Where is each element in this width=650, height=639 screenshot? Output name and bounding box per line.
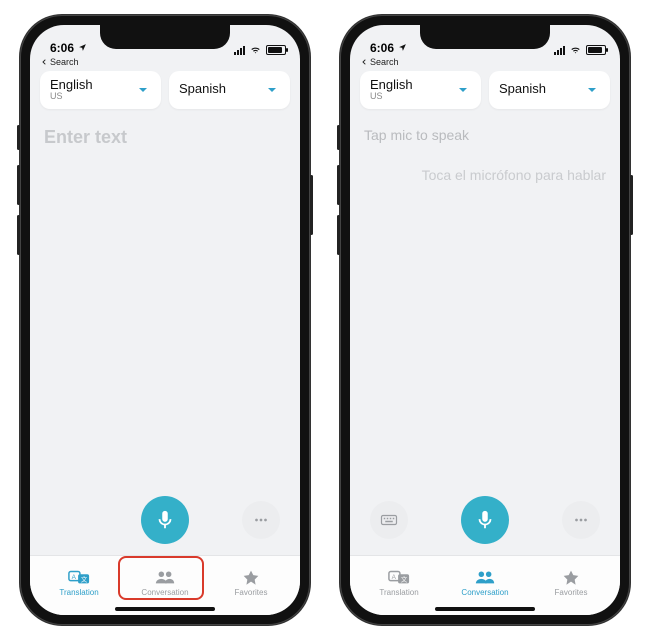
tab-label: Translation xyxy=(379,588,418,597)
tab-bar: A文 Translation Conversation Favorites xyxy=(350,555,620,615)
back-label: Search xyxy=(50,57,79,67)
signal-icon xyxy=(554,45,565,55)
hint-target: Toca el micrófono para hablar xyxy=(364,167,606,183)
source-language-button[interactable]: English US xyxy=(40,71,161,109)
action-row xyxy=(30,485,300,555)
microphone-button[interactable] xyxy=(461,496,509,544)
screen-left: 6:06 Search English US xyxy=(30,25,300,615)
battery-icon xyxy=(266,45,286,55)
signal-icon xyxy=(234,45,245,55)
svg-text:文: 文 xyxy=(401,574,408,583)
wifi-icon xyxy=(249,45,262,55)
microphone-icon xyxy=(474,509,496,531)
translation-icon: A文 xyxy=(68,568,90,586)
tab-favorites[interactable]: Favorites xyxy=(528,560,614,605)
target-language-name: Spanish xyxy=(499,82,546,96)
tab-translation[interactable]: A文 Translation xyxy=(36,560,122,605)
star-icon xyxy=(560,568,582,586)
tab-label: Translation xyxy=(59,588,98,597)
tab-favorites[interactable]: Favorites xyxy=(208,560,294,605)
phone-left: 6:06 Search English US xyxy=(20,15,310,625)
tab-label: Conversation xyxy=(141,588,188,597)
ellipsis-icon xyxy=(572,511,590,529)
chevron-down-icon xyxy=(584,82,600,98)
microphone-button[interactable] xyxy=(141,496,189,544)
source-language-name: English xyxy=(370,78,413,92)
notch xyxy=(100,25,230,49)
svg-text:文: 文 xyxy=(81,574,88,583)
text-input-area[interactable]: Enter text xyxy=(30,117,300,485)
home-indicator[interactable] xyxy=(115,607,215,611)
source-language-region: US xyxy=(370,92,413,102)
phone-right: 6:06 Search English US xyxy=(340,15,630,625)
location-arrow-icon xyxy=(398,43,407,52)
action-row xyxy=(350,485,620,555)
target-language-button[interactable]: Spanish xyxy=(489,71,610,109)
source-language-region: US xyxy=(50,92,93,102)
ellipsis-icon xyxy=(252,511,270,529)
microphone-icon xyxy=(154,509,176,531)
translation-icon: A文 xyxy=(388,568,410,586)
tab-label: Conversation xyxy=(461,588,508,597)
home-indicator[interactable] xyxy=(435,607,535,611)
language-selector-row: English US Spanish xyxy=(30,71,300,117)
hint-source: Tap mic to speak xyxy=(364,127,606,143)
tab-bar: A文 Translation Conversation Favorites xyxy=(30,555,300,615)
chevron-down-icon xyxy=(455,82,471,98)
svg-text:A: A xyxy=(392,573,397,580)
language-selector-row: English US Spanish xyxy=(350,71,620,117)
more-options-button[interactable] xyxy=(242,501,280,539)
back-to-search[interactable]: Search xyxy=(30,57,300,71)
people-icon xyxy=(474,568,496,586)
target-language-name: Spanish xyxy=(179,82,226,96)
chevron-down-icon xyxy=(264,82,280,98)
tab-translation[interactable]: A文 Translation xyxy=(356,560,442,605)
tab-conversation[interactable]: Conversation xyxy=(122,560,208,605)
tab-label: Favorites xyxy=(235,588,268,597)
chevron-down-icon xyxy=(135,82,151,98)
battery-icon xyxy=(586,45,606,55)
source-language-name: English xyxy=(50,78,93,92)
wifi-icon xyxy=(569,45,582,55)
notch xyxy=(420,25,550,49)
keyboard-icon xyxy=(380,513,398,527)
back-label: Search xyxy=(370,57,399,67)
people-icon xyxy=(154,568,176,586)
source-language-button[interactable]: English US xyxy=(360,71,481,109)
location-arrow-icon xyxy=(78,43,87,52)
status-right xyxy=(554,45,606,55)
more-options-button[interactable] xyxy=(562,501,600,539)
target-language-button[interactable]: Spanish xyxy=(169,71,290,109)
status-time: 6:06 xyxy=(370,41,394,55)
input-placeholder: Enter text xyxy=(44,127,286,148)
chevron-left-icon xyxy=(40,58,48,66)
tab-conversation[interactable]: Conversation xyxy=(442,560,528,605)
status-right xyxy=(234,45,286,55)
tab-label: Favorites xyxy=(555,588,588,597)
screen-right: 6:06 Search English US xyxy=(350,25,620,615)
svg-text:A: A xyxy=(72,573,77,580)
keyboard-input-button[interactable] xyxy=(370,501,408,539)
status-time: 6:06 xyxy=(50,41,74,55)
back-to-search[interactable]: Search xyxy=(350,57,620,71)
conversation-area: Tap mic to speak Toca el micrófono para … xyxy=(350,117,620,485)
star-icon xyxy=(240,568,262,586)
chevron-left-icon xyxy=(360,58,368,66)
